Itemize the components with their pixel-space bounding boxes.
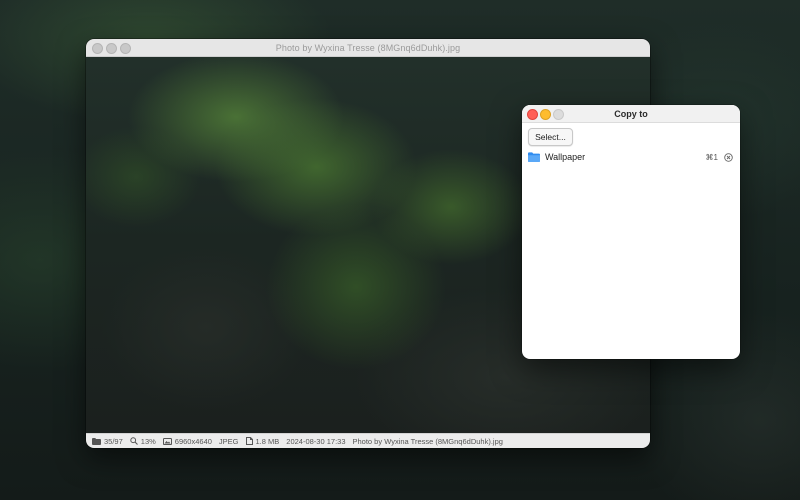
- panel-zoom-button: [553, 109, 564, 120]
- status-format: JPEG: [218, 436, 239, 446]
- minimize-button[interactable]: [106, 43, 117, 54]
- panel-title: Copy to: [614, 108, 648, 119]
- status-position: 35/97: [92, 437, 123, 446]
- status-filename: Photo by Wyxina Tresse (8MGnq6dDuhk).jpg: [352, 436, 503, 446]
- status-file-size-text: 1.8 MB: [255, 436, 280, 446]
- folder-icon: [528, 152, 540, 162]
- close-button[interactable]: [92, 43, 103, 54]
- destination-shortcut: ⌘1: [705, 152, 718, 162]
- viewer-titlebar[interactable]: Photo by Wyxina Tresse (8MGnq6dDuhk).jpg: [86, 39, 650, 57]
- magnifier-icon: [130, 437, 138, 445]
- status-zoom-text: 13%: [140, 436, 156, 446]
- select-destination-button[interactable]: Select...: [528, 128, 573, 146]
- remove-destination-icon[interactable]: [724, 152, 733, 162]
- panel-minimize-button[interactable]: [540, 109, 551, 120]
- destination-item[interactable]: Wallpaper ⌘1: [528, 150, 736, 164]
- zoom-button[interactable]: [120, 43, 131, 54]
- image-icon: [162, 437, 172, 445]
- copy-to-panel: Copy to Select... Wallpaper ⌘1: [522, 105, 740, 359]
- status-file-size: 1.8 MB: [245, 436, 280, 446]
- status-dimensions-text: 6960x4640: [174, 436, 212, 446]
- panel-close-button[interactable]: [527, 109, 538, 120]
- window-title: Photo by Wyxina Tresse (8MGnq6dDuhk).jpg: [275, 42, 461, 53]
- status-zoom: 13%: [130, 437, 156, 446]
- panel-titlebar[interactable]: Copy to: [522, 105, 740, 123]
- status-dimensions: 6960x4640: [162, 436, 212, 446]
- status-position-text: 35/97: [104, 436, 123, 446]
- destination-name: Wallpaper: [545, 152, 586, 162]
- document-icon: [245, 437, 253, 445]
- status-bar: 35/97 13% 6960x4640 JPEG 1.8 MB 2024-08-…: [86, 433, 650, 448]
- folder-icon: [92, 437, 101, 445]
- status-date: 2024-08-30 17:33: [286, 436, 346, 446]
